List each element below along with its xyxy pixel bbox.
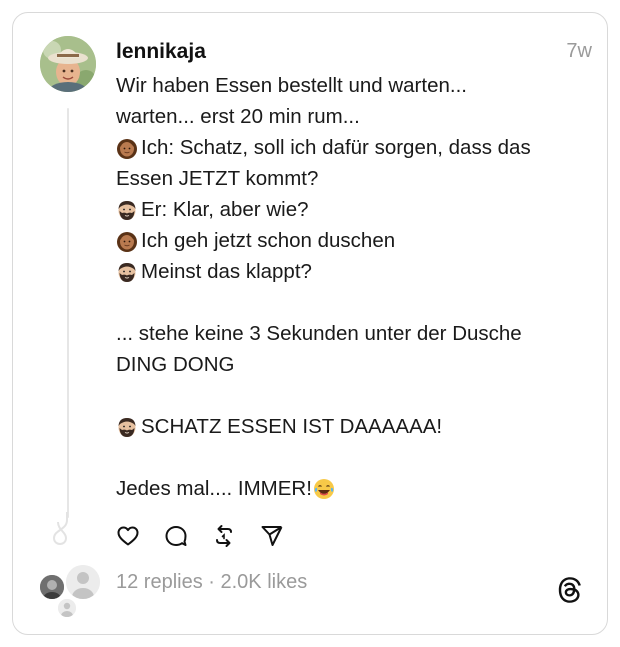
post-text-span: Meinst das klappt? xyxy=(141,260,312,283)
post-text-line: Er: Klar, aber wie? xyxy=(116,194,586,225)
like-button[interactable] xyxy=(116,524,140,548)
man-emoji-icon xyxy=(116,199,138,221)
post-text-span: Wir haben Essen bestellt und warten... xyxy=(116,74,467,97)
post-text-line: ... stehe keine 3 Sekunden unter der Dus… xyxy=(116,318,586,349)
post-text-line: Meinst das klappt? xyxy=(116,256,586,287)
man-emoji-icon xyxy=(116,261,138,283)
stats-separator: · xyxy=(202,571,221,593)
post-text-line: Essen JETZT kommt? xyxy=(116,163,586,194)
post-text: Wir haben Essen bestellt und warten... wa… xyxy=(116,70,586,504)
repost-button[interactable] xyxy=(212,524,236,548)
comment-icon xyxy=(165,526,187,546)
timestamp[interactable]: 7w xyxy=(566,40,592,63)
post-text-line: warten... erst 20 min rum... xyxy=(116,101,586,132)
username[interactable]: lennikaja xyxy=(116,40,206,64)
post-text-span: Essen JETZT kommt? xyxy=(116,167,319,190)
share-button[interactable] xyxy=(260,524,284,548)
repost-icon xyxy=(216,525,232,547)
post-text-span: Ich geh jetzt schon duschen xyxy=(141,229,396,252)
post-text-line: Wir haben Essen bestellt und warten... xyxy=(116,70,586,101)
thread-line xyxy=(67,108,69,518)
post-text-span: ... stehe keine 3 Sekunden unter der Dus… xyxy=(116,322,522,345)
laughing-tears-emoji-icon xyxy=(313,478,335,500)
threads-logo-icon[interactable] xyxy=(556,576,584,604)
post-text-span: Jedes mal.... IMMER! xyxy=(116,477,312,500)
thread-curl xyxy=(52,512,68,545)
woman-emoji-icon xyxy=(116,137,138,159)
post-text-span: Ich: Schatz, soll ich dafür sorgen, dass… xyxy=(141,136,531,159)
reply-avatar xyxy=(40,575,64,599)
likes-count[interactable]: 2.0K likes xyxy=(221,571,308,593)
post-text-line: Ich geh jetzt schon duschen xyxy=(116,225,586,256)
share-icon xyxy=(261,526,283,546)
reply-avatars[interactable] xyxy=(36,563,106,623)
action-bar xyxy=(116,524,308,548)
post-text-line: DING DONG xyxy=(116,349,586,380)
post-stats: 12 replies · 2.0K likes xyxy=(116,571,307,594)
post-text-span: SCHATZ ESSEN IST DAAAAAA! xyxy=(141,415,443,438)
replies-count[interactable]: 12 replies xyxy=(116,571,203,593)
reply-avatar-placeholder-icon xyxy=(58,599,76,617)
post-text-line: Jedes mal.... IMMER! xyxy=(116,473,586,504)
post-text-span: warten... erst 20 min rum... xyxy=(116,105,360,128)
heart-icon xyxy=(117,526,139,546)
man-emoji-icon xyxy=(116,416,138,438)
reply-button[interactable] xyxy=(164,524,188,548)
avatar[interactable] xyxy=(40,36,96,92)
post-text-span: DING DONG xyxy=(116,353,235,376)
woman-emoji-icon xyxy=(116,230,138,252)
reply-avatar-placeholder-icon xyxy=(66,565,100,599)
post-text-span: Er: Klar, aber wie? xyxy=(141,198,309,221)
post-text-line: SCHATZ ESSEN IST DAAAAAA! xyxy=(116,411,586,442)
post-text-line: Ich: Schatz, soll ich dafür sorgen, dass… xyxy=(116,132,586,163)
